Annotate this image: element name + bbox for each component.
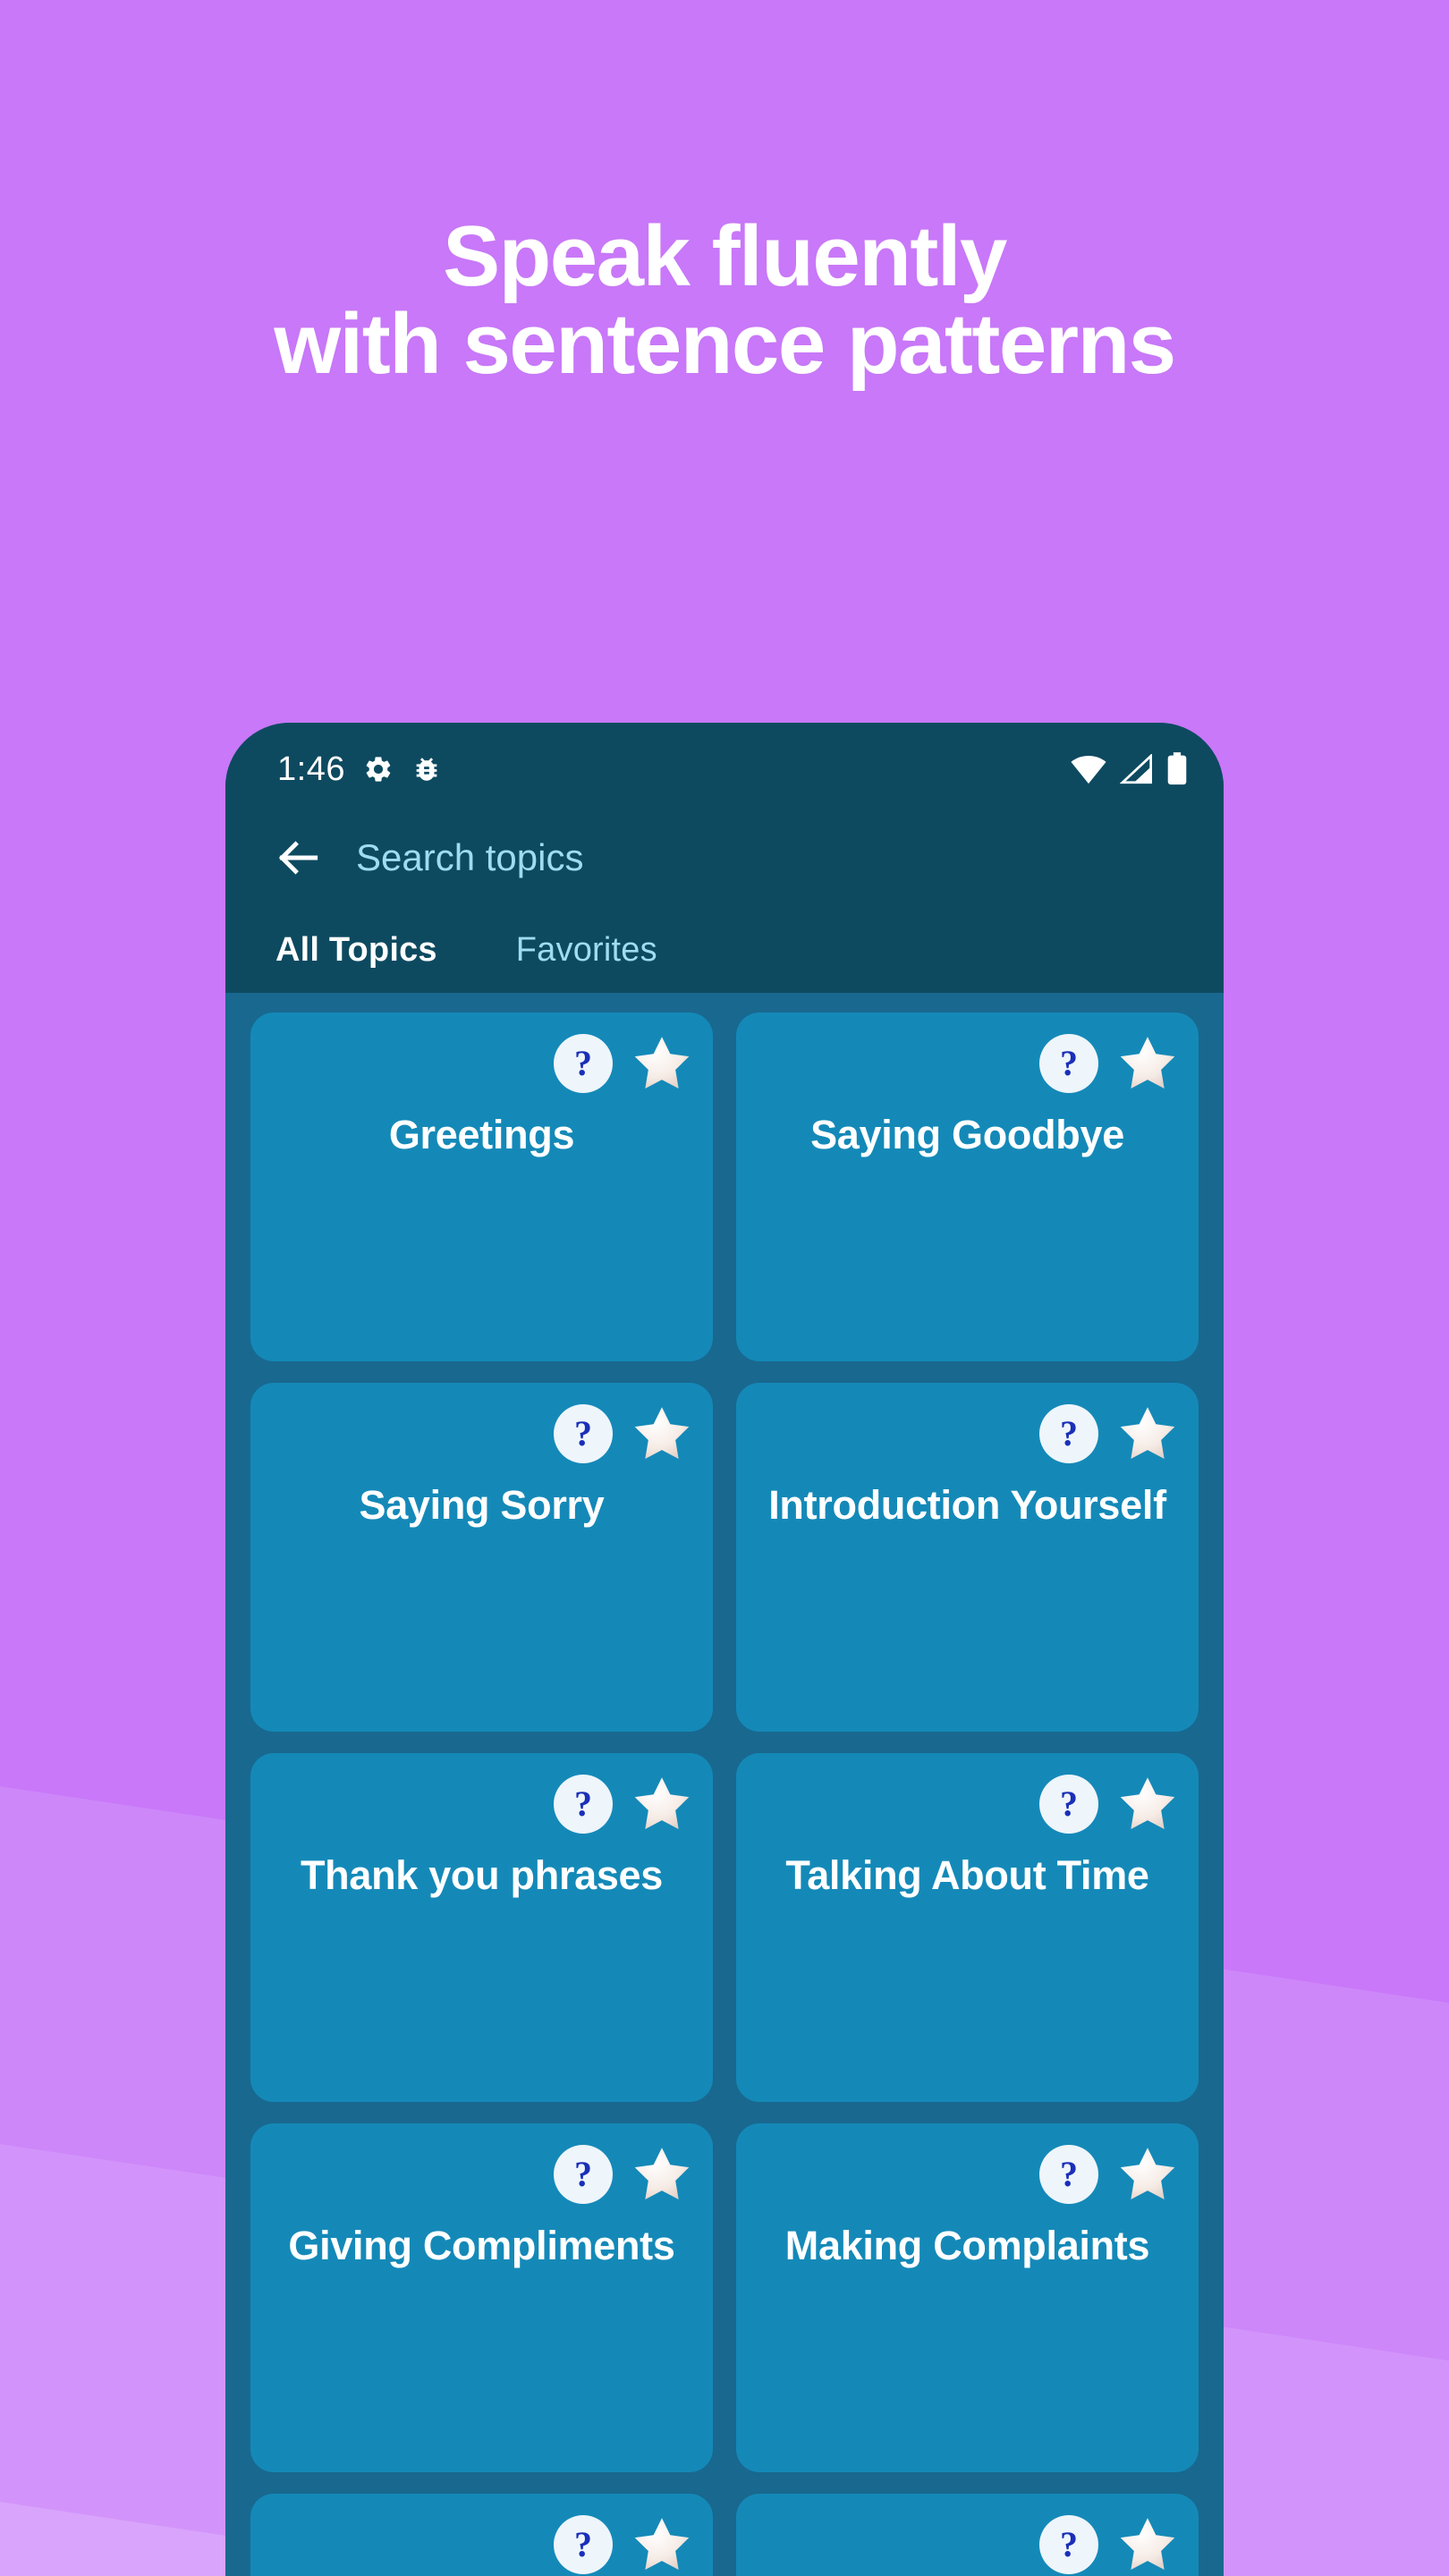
topic-card[interactable]: ?	[250, 2494, 713, 2576]
card-icon-row: ?	[756, 1399, 1179, 1469]
back-arrow-icon[interactable]	[274, 833, 324, 883]
status-bar-right	[1070, 752, 1188, 786]
promo-screenshot: Speak fluently with sentence patterns 1:…	[0, 0, 1449, 2576]
topic-card-title: Introduction Yourself	[768, 1482, 1166, 1528]
star-icon[interactable]	[1116, 2143, 1179, 2206]
topic-grid: ? Greetings ? Saying Goodbye ? Saying So…	[225, 993, 1224, 2576]
topic-card-title: Giving Compliments	[288, 2223, 675, 2268]
gear-icon	[366, 757, 391, 782]
question-mark-icon[interactable]: ?	[1039, 1775, 1098, 1834]
card-icon-row: ?	[270, 2510, 693, 2576]
card-icon-row: ?	[756, 2140, 1179, 2209]
status-bar-left: 1:46	[277, 750, 442, 789]
star-icon[interactable]	[631, 2513, 693, 2576]
star-icon[interactable]	[631, 1773, 693, 1835]
card-icon-row: ?	[270, 1399, 693, 1469]
topic-card-title: Talking About Time	[785, 1852, 1149, 1898]
star-icon[interactable]	[1116, 1773, 1179, 1835]
topic-card[interactable]: ? Introduction Yourself	[736, 1383, 1199, 1732]
question-mark-icon[interactable]: ?	[1039, 2145, 1098, 2204]
card-icon-row: ?	[756, 2510, 1179, 2576]
topic-card[interactable]: ? Greetings	[250, 1013, 713, 1361]
app-bar: Search topics	[225, 809, 1224, 907]
bug-icon	[416, 758, 437, 781]
question-mark-icon[interactable]: ?	[554, 2145, 613, 2204]
star-icon[interactable]	[631, 1032, 693, 1095]
star-icon[interactable]	[1116, 1402, 1179, 1465]
battery-icon	[1167, 752, 1187, 785]
search-input[interactable]: Search topics	[356, 836, 583, 879]
question-mark-icon[interactable]: ?	[1039, 1404, 1098, 1463]
card-icon-row: ?	[756, 1769, 1179, 1839]
question-mark-icon[interactable]: ?	[554, 1404, 613, 1463]
star-icon[interactable]	[1116, 2513, 1179, 2576]
card-icon-row: ?	[270, 2140, 693, 2209]
tab-bar: All Topics Favorites	[225, 907, 1224, 993]
topic-card[interactable]: ? Saying Sorry	[250, 1383, 713, 1732]
topic-card-title: Greetings	[388, 1112, 575, 1157]
question-mark-icon[interactable]: ?	[554, 2515, 613, 2574]
wifi-icon	[1071, 756, 1106, 784]
status-bar: 1:46	[225, 723, 1224, 809]
star-icon[interactable]	[631, 1402, 693, 1465]
question-mark-icon[interactable]: ?	[1039, 2515, 1098, 2574]
star-icon[interactable]	[631, 2143, 693, 2206]
topic-card[interactable]: ? Thank you phrases	[250, 1753, 713, 2102]
topic-card[interactable]: ?	[736, 2494, 1199, 2576]
status-time: 1:46	[277, 750, 345, 788]
topic-card[interactable]: ? Saying Goodbye	[736, 1013, 1199, 1361]
headline-line-1: Speak fluently	[443, 208, 1007, 304]
cellular-signal-icon	[1120, 754, 1152, 784]
card-icon-row: ?	[756, 1029, 1179, 1098]
star-icon[interactable]	[1116, 1032, 1179, 1095]
topic-card-title: Saying Sorry	[359, 1482, 605, 1528]
topic-card[interactable]: ? Making Complaints	[736, 2123, 1199, 2472]
question-mark-icon[interactable]: ?	[554, 1034, 613, 1093]
topic-card[interactable]: ? Giving Compliments	[250, 2123, 713, 2472]
topic-card-title: Making Complaints	[784, 2223, 1150, 2268]
card-icon-row: ?	[270, 1029, 693, 1098]
tab-all-topics[interactable]: All Topics	[275, 931, 437, 970]
tab-favorites[interactable]: Favorites	[516, 931, 657, 970]
promo-headline: Speak fluently with sentence patterns	[0, 213, 1449, 388]
question-mark-icon[interactable]: ?	[1039, 1034, 1098, 1093]
topic-card[interactable]: ? Talking About Time	[736, 1753, 1199, 2102]
question-mark-icon[interactable]: ?	[554, 1775, 613, 1834]
topic-card-title: Saying Goodbye	[810, 1112, 1124, 1157]
topic-card-title: Thank you phrases	[300, 1852, 664, 1898]
phone-mockup: 1:46 Search topics All Topics Favorites …	[225, 723, 1224, 2576]
headline-line-2: with sentence patterns	[274, 295, 1176, 392]
card-icon-row: ?	[270, 1769, 693, 1839]
